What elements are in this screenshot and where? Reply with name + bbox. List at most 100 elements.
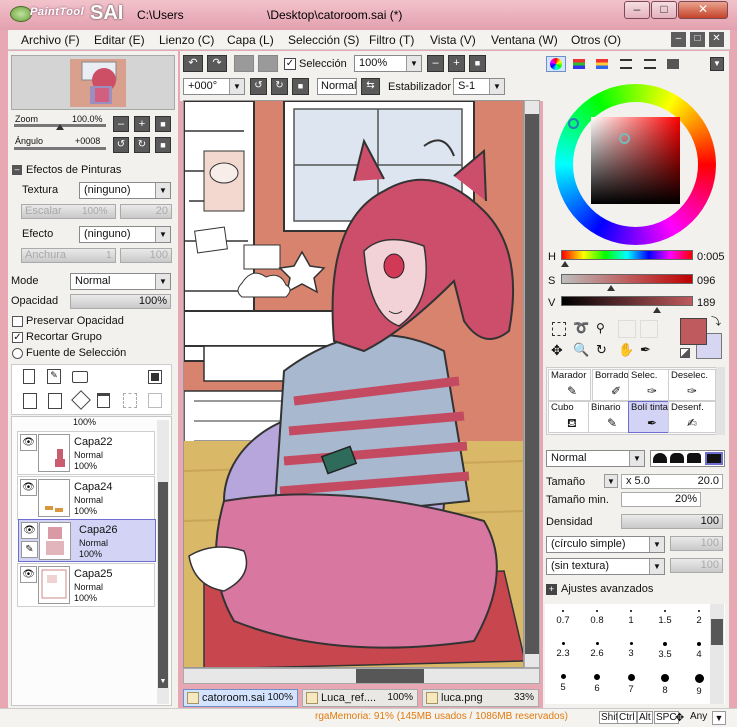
primary-color-swatch[interactable] (680, 318, 707, 345)
brush-shape-select[interactable]: (círculo simple) ▼ (546, 536, 665, 553)
layer-row-selected[interactable]: 👁 ✎ Capa26 Normal 100% (18, 519, 156, 562)
eye-icon[interactable]: 👁 (20, 566, 37, 583)
layer-row[interactable]: 👁 Capa24 Normal 100% (17, 476, 155, 520)
zoom-reset-button[interactable]: ■ (155, 116, 171, 132)
brush-bucket[interactable]: Cubo ⛾ (548, 401, 591, 433)
brush-size-item[interactable]: 3.5 (647, 636, 683, 669)
brush-mode-select[interactable]: Normal ▼ (546, 450, 645, 467)
rotate-tool-icon[interactable]: ↻ (596, 343, 612, 359)
brush-shape-square-icon[interactable] (705, 452, 723, 465)
brush-size-item[interactable]: 6 (579, 668, 615, 701)
canvas[interactable] (183, 100, 524, 668)
swap-colors-icon[interactable]: ⤵ (711, 318, 723, 330)
canvas-zoom-in-button[interactable]: + (448, 55, 465, 72)
brush-lock-icon[interactable]: ✎ (21, 541, 38, 558)
tab-luca-ref[interactable]: Luca_ref.... 100% (302, 689, 418, 707)
size-multiplier-dropdown[interactable]: ▼ (604, 474, 618, 488)
opacity-slider[interactable]: 100% (70, 294, 171, 309)
redo-button[interactable]: ↷ (207, 55, 227, 72)
h-slider-thumb[interactable] (561, 261, 569, 267)
rotate-reset-button[interactable]: ■ (155, 137, 171, 153)
eye-icon[interactable]: 👁 (20, 479, 37, 496)
canvas-rotate-left-button[interactable]: ↺ (250, 78, 267, 95)
brush-size-item[interactable]: 5 (545, 668, 581, 701)
deselect-button[interactable] (234, 55, 254, 72)
merge-down-icon[interactable] (48, 393, 62, 409)
s-slider-thumb[interactable] (607, 285, 615, 291)
menu-lienzo[interactable]: Lienzo (C) (159, 33, 214, 47)
brush-size-item[interactable]: 2.6 (579, 636, 615, 669)
menu-ventana[interactable]: Ventana (W) (491, 33, 558, 47)
undo-button[interactable]: ↶ (183, 55, 203, 72)
close-button[interactable]: ✕ (678, 1, 728, 19)
new-folder-icon[interactable] (72, 371, 88, 383)
transfer-down-icon[interactable] (23, 393, 37, 409)
angle-select[interactable]: +000° ▼ (183, 78, 245, 95)
angle-slider[interactable] (14, 147, 106, 150)
menu-capa[interactable]: Capa (L) (227, 33, 274, 47)
canvas-zoom-out-button[interactable]: – (427, 55, 444, 72)
menu-filtro[interactable]: Filtro (T) (369, 33, 414, 47)
panel-menu-icon[interactable]: ▼ (710, 57, 724, 71)
zoom-tool-icon[interactable]: 🔍 (573, 343, 589, 359)
brush-size-item[interactable]: 7 (613, 668, 649, 701)
blend-mode-select[interactable]: Normal ▼ (70, 273, 171, 290)
clip-group-checkbox[interactable]: ✓ (12, 332, 23, 343)
rect-select-icon[interactable] (552, 322, 566, 336)
menu-seleccion[interactable]: Selección (S) (288, 33, 359, 47)
texture-select[interactable]: (ninguno) ▼ (79, 182, 171, 199)
canvas-blend-button[interactable]: Normal (317, 78, 357, 95)
brush-size-item[interactable]: 0.7 (545, 604, 581, 637)
canvas-hscroll-thumb[interactable] (356, 669, 424, 683)
zoom-slider-thumb[interactable] (56, 124, 64, 130)
v-slider-thumb[interactable] (653, 307, 661, 313)
brush-size-item[interactable]: 2.3 (545, 636, 581, 669)
brush-texture-select[interactable]: (sin textura) ▼ (546, 558, 665, 575)
delete-layer-icon[interactable] (97, 393, 110, 408)
brush-grid-scrollbar[interactable] (716, 367, 725, 435)
brush-shape-round-icon[interactable] (653, 453, 667, 463)
min-size-slider[interactable]: 20% (621, 492, 701, 507)
selection-source-radio[interactable] (12, 348, 23, 359)
minimize-button[interactable]: – (624, 1, 650, 19)
s-slider[interactable] (561, 274, 693, 284)
reset-colors-icon[interactable] (680, 348, 690, 358)
rotate-right-button[interactable]: ↻ (134, 137, 150, 153)
eye-icon[interactable]: 👁 (20, 434, 37, 451)
scroll-down-icon[interactable]: ▼ (158, 676, 168, 688)
size-slider[interactable]: x 5.0 20.0 (621, 474, 723, 489)
preserve-opacity-checkbox[interactable] (12, 316, 23, 327)
brush-size-item[interactable]: 3 (613, 636, 649, 669)
collapse-icon[interactable]: – (12, 165, 22, 175)
maximize-button[interactable]: □ (651, 1, 677, 19)
canvas-rotate-reset-button[interactable]: ■ (292, 78, 309, 95)
move-icon[interactable]: ✥ (551, 343, 567, 359)
expand-icon[interactable]: + (546, 584, 557, 595)
selection-checkbox[interactable]: ✓ (284, 58, 296, 70)
brush-size-item[interactable]: 1 (613, 604, 649, 637)
brush-binary[interactable]: Binario ✎ (588, 401, 631, 433)
v-slider[interactable] (561, 296, 693, 306)
rgb-slider-tab[interactable] (570, 56, 588, 72)
rotate-left-button[interactable]: ↺ (113, 137, 129, 153)
new-linework-layer-icon[interactable]: ✎ (47, 369, 61, 384)
layer-row[interactable]: 👁 Capa25 Normal 100% (17, 563, 155, 607)
brush-size-scroll-thumb[interactable] (711, 619, 723, 645)
zoom-out-button[interactable]: – (113, 116, 129, 132)
hand-tool-icon[interactable]: ✋ (618, 343, 634, 359)
brush-blur[interactable]: Desenf. ✍ (668, 401, 716, 433)
eyedropper-icon[interactable]: ✒ (640, 343, 656, 359)
color-square[interactable] (591, 117, 680, 204)
density-slider[interactable]: 100 (621, 514, 723, 529)
layer-scrollbar-thumb[interactable] (158, 482, 168, 688)
layer-mask-icon[interactable] (148, 370, 162, 384)
mdi-minimize-button[interactable]: – (671, 32, 686, 47)
brush-marker[interactable]: Marador ✎ (548, 369, 591, 401)
canvas-rotate-right-button[interactable]: ↻ (271, 78, 288, 95)
lasso-icon[interactable]: ➰ (573, 321, 591, 337)
zoom-select[interactable]: 100% ▼ (354, 55, 422, 72)
eye-icon[interactable]: 👁 (21, 522, 38, 539)
navigator-tab[interactable] (664, 56, 682, 72)
magic-wand-icon[interactable]: ⚲ (596, 321, 612, 337)
hsv-slider-tab[interactable] (593, 56, 611, 72)
